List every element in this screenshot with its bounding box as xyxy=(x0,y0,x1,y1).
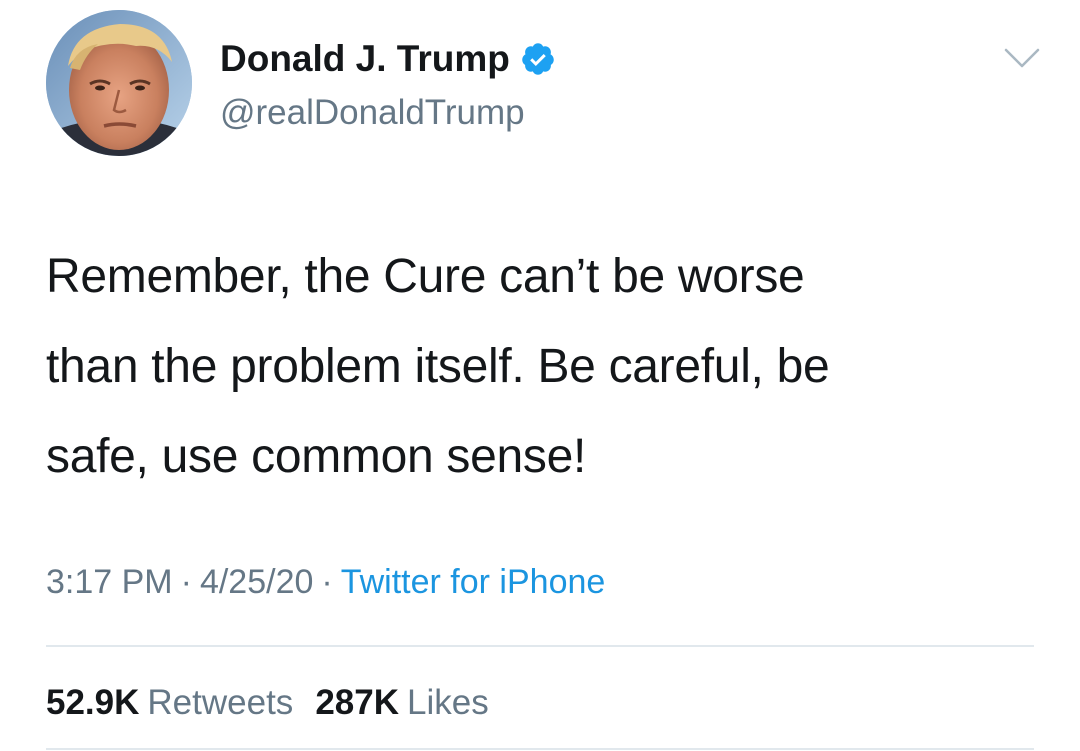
avatar-image xyxy=(46,10,192,156)
tweet-metadata: 3:17 PM · 4/25/20 · Twitter for iPhone xyxy=(46,563,605,602)
tweet-stats: 52.9K Retweets 287K Likes xyxy=(46,683,489,723)
retweets-stat[interactable]: 52.9K Retweets xyxy=(46,683,293,723)
retweets-label: Retweets xyxy=(147,683,294,722)
tweet-card: Donald J. Trump @realDonaldTrump Remembe… xyxy=(0,0,1080,751)
tweet-date[interactable]: 4/25/20 xyxy=(200,563,313,601)
chevron-down-icon[interactable] xyxy=(1002,44,1042,72)
bottom-divider xyxy=(46,748,1034,750)
avatar[interactable] xyxy=(46,10,192,156)
likes-stat[interactable]: 287K Likes xyxy=(315,683,488,723)
likes-label: Likes xyxy=(406,683,489,722)
separator-dot: · xyxy=(180,563,192,601)
author-name-row: Donald J. Trump xyxy=(220,38,556,80)
tweet-source-link[interactable]: Twitter for iPhone xyxy=(341,563,606,601)
verified-badge-icon xyxy=(520,41,556,77)
tweet-text: Remember, the Cure can’t be worse than t… xyxy=(46,250,830,483)
tweet-time[interactable]: 3:17 PM xyxy=(46,563,173,601)
retweets-count: 52.9K xyxy=(46,683,140,722)
likes-count: 287K xyxy=(315,683,399,722)
separator-dot: · xyxy=(321,563,333,601)
author-display-name[interactable]: Donald J. Trump xyxy=(220,38,510,80)
author-handle[interactable]: @realDonaldTrump xyxy=(220,93,525,133)
divider xyxy=(46,645,1034,647)
